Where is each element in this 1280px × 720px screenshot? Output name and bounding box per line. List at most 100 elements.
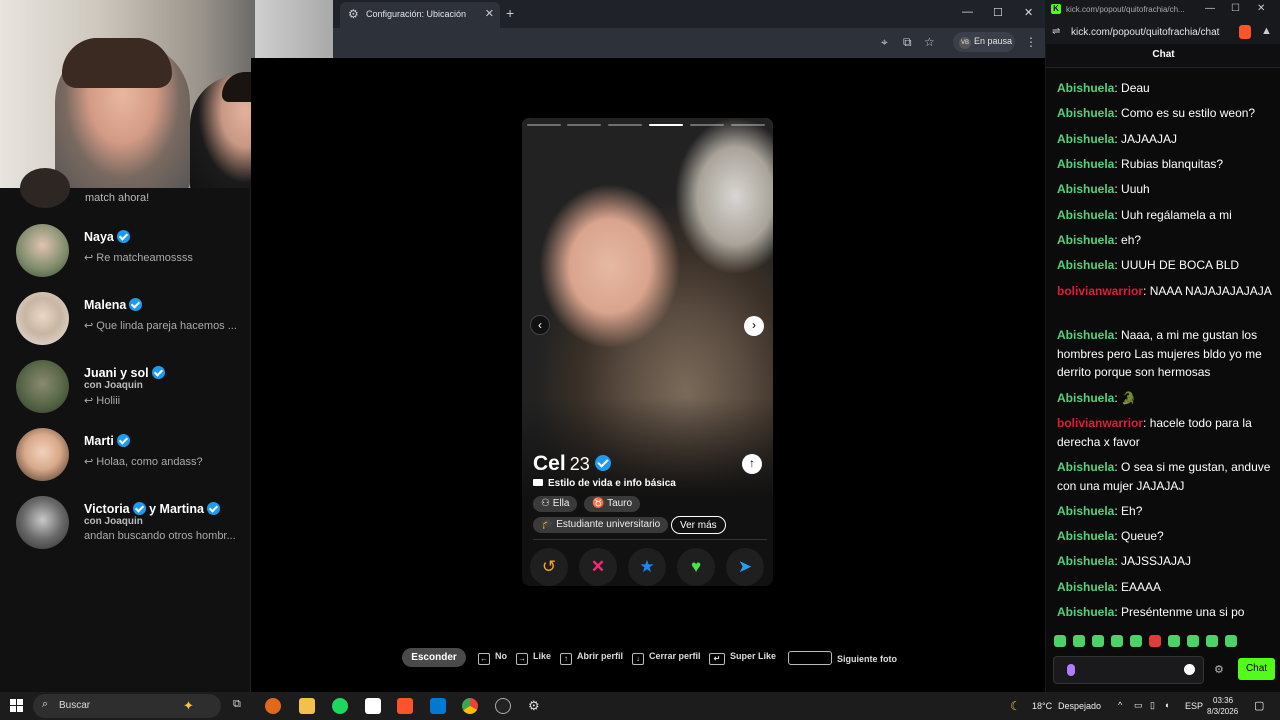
rewind-button[interactable]: ↺ <box>530 548 568 586</box>
network-icon[interactable]: ▭ <box>1134 700 1143 711</box>
brave-icon[interactable] <box>397 698 413 714</box>
chat-message: Abishuela: Eh? <box>1057 504 1143 518</box>
emote-icon[interactable] <box>1206 635 1218 647</box>
boost-icon: ➤ <box>737 557 753 576</box>
emoji-picker-icon[interactable] <box>1184 664 1195 675</box>
volume-icon[interactable]: ◖ <box>1164 700 1169 710</box>
clock-date[interactable]: 8/3/2026 <box>1207 707 1238 716</box>
chat-message: bolivianwarrior: hacele todo para la der… <box>1057 416 1252 449</box>
chat-window-titlebar: K kick.com/popout/quitofrachia/ch... — ☐… <box>1046 0 1280 22</box>
chip-education: 🎓 Estudiante universitario <box>533 517 669 533</box>
cast-icon[interactable]: ⧉ <box>903 35 912 50</box>
conversation-name: Marti <box>84 434 130 448</box>
chrome-icon[interactable] <box>462 698 478 714</box>
bookmark-star-icon[interactable]: ☆ <box>924 35 935 49</box>
settings-icon[interactable]: ⚙ <box>528 698 544 714</box>
moon-weather-icon: ☾ <box>1010 699 1021 713</box>
task-view-icon[interactable]: ⧉ <box>233 698 249 714</box>
new-tab-button[interactable]: + <box>506 5 514 21</box>
profile-card[interactable]: ‹ › Cel 23 ↑ Estilo de vida e info básica… <box>522 118 773 586</box>
profile-paused-button[interactable]: VB En pausa <box>953 32 1015 52</box>
obs-icon[interactable] <box>495 698 511 714</box>
photo-progress-segment <box>690 124 724 126</box>
conversation-juani-y-sol[interactable]: Juani y sol con Joaquin ↩ Holiii <box>16 360 246 418</box>
chat-message: bolivianwarrior: NAAA NAJAJAJAJAJA <box>1057 284 1272 298</box>
maximize-button[interactable]: ☐ <box>993 6 1003 19</box>
arrow-left-key-icon: ← <box>478 653 490 665</box>
conversation-victoria-y-martina[interactable]: Victoria y Martina con Joaquin andan bus… <box>16 496 246 554</box>
send-chat-button[interactable]: Chat <box>1238 658 1275 680</box>
clock-time[interactable]: 03:36 <box>1213 696 1233 705</box>
lifestyle-heading: Estilo de vida e info básica <box>533 478 676 489</box>
verified-icon <box>594 455 611 471</box>
divider <box>533 539 767 540</box>
close-tab-icon[interactable]: ✕ <box>485 7 494 20</box>
nope-button[interactable]: ✕ <box>579 548 617 586</box>
emote-icon[interactable] <box>1168 635 1180 647</box>
emote-icon[interactable] <box>1092 635 1104 647</box>
close-window-button[interactable]: ✕ <box>1257 3 1265 14</box>
windows-start-icon[interactable] <box>10 699 23 712</box>
emote-icon[interactable] <box>1149 635 1161 647</box>
chat-message: Abishuela: Queue? <box>1057 529 1164 543</box>
like-button[interactable]: ♥ <box>677 548 715 586</box>
share-icon[interactable]: ▲ <box>1261 25 1272 37</box>
verified-icon <box>116 230 130 243</box>
weather-temp[interactable]: 18°C <box>1032 701 1052 711</box>
maximize-button[interactable]: ☐ <box>1231 3 1240 14</box>
emote-icon[interactable] <box>1130 635 1142 647</box>
chat-message: Abishuela: eh? <box>1057 233 1142 247</box>
avatar <box>20 168 70 208</box>
boost-button[interactable]: ➤ <box>726 548 764 586</box>
conversation-name: Juani y sol <box>84 366 165 380</box>
previous-photo-button[interactable]: ‹ <box>530 315 550 335</box>
next-photo-button[interactable]: › <box>744 316 764 336</box>
open-profile-button[interactable]: ↑ <box>742 454 762 474</box>
see-more-button[interactable]: Ver más <box>671 516 726 534</box>
match-item[interactable]: match ahora! <box>20 168 250 212</box>
emote-icon[interactable] <box>1054 635 1066 647</box>
emote-icon[interactable] <box>1073 635 1085 647</box>
conversation-marti[interactable]: Marti ↩ Holaa, como andass? <box>16 428 246 486</box>
battery-icon[interactable]: ▯ <box>1150 700 1155 711</box>
hide-shortcuts-button[interactable]: Esconder <box>402 648 466 667</box>
notion-icon[interactable] <box>365 698 381 714</box>
chat-window-title: kick.com/popout/quitofrachia/ch... <box>1066 5 1185 14</box>
taskbar-search[interactable]: ⌕ Buscar ✦ <box>33 694 221 718</box>
app-icon[interactable] <box>265 698 281 714</box>
vscode-icon[interactable] <box>430 698 446 714</box>
rewind-icon: ↺ <box>541 557 557 576</box>
minimize-button[interactable]: — <box>1205 3 1215 14</box>
microphone-icon[interactable] <box>1067 664 1075 676</box>
conversation-naya[interactable]: Naya ↩ Re matcheamossss <box>16 224 246 282</box>
profile-photo[interactable] <box>522 118 773 508</box>
superlike-button[interactable]: ★ <box>628 548 666 586</box>
minimize-button[interactable]: — <box>962 6 973 18</box>
spotify-icon[interactable] <box>332 698 348 714</box>
chevron-up-icon[interactable]: ^ <box>1118 700 1122 710</box>
emote-icon[interactable] <box>1187 635 1199 647</box>
close-window-button[interactable]: ✕ <box>1024 6 1033 19</box>
conversation-subtitle: con Joaquin <box>84 516 143 527</box>
menu-icon[interactable]: ⋮ <box>1025 35 1037 49</box>
conversation-message: andan buscando otros hombr... <box>84 530 236 542</box>
conversation-message: ↩ Que linda pareja hacemos ... <box>84 320 237 332</box>
verified-icon <box>207 502 220 515</box>
language-indicator[interactable]: ESP <box>1185 701 1203 711</box>
chat-url[interactable]: kick.com/popout/quitofrachia/chat <box>1071 27 1219 38</box>
conversation-name: Naya <box>84 230 130 244</box>
match-text: match ahora! <box>85 192 150 204</box>
browser-tab[interactable]: ⚙ Configuración: Ubicación ✕ <box>340 2 500 28</box>
notifications-icon[interactable]: ▢ <box>1254 699 1264 712</box>
site-settings-icon[interactable]: ⇌ <box>1052 26 1060 37</box>
emote-icon[interactable] <box>1225 635 1237 647</box>
weather-desc[interactable]: Despejado <box>1058 701 1101 711</box>
emote-icon[interactable] <box>1111 635 1123 647</box>
location-icon[interactable]: ⌖ <box>881 35 888 50</box>
chat-message-input[interactable] <box>1053 656 1204 684</box>
chat-message: Abishuela: JAJAAJAJ <box>1057 132 1178 146</box>
chat-settings-icon[interactable]: ⚙ <box>1214 663 1224 676</box>
file-explorer-icon[interactable] <box>299 698 315 714</box>
brave-shield-icon[interactable] <box>1239 25 1251 39</box>
conversation-malena[interactable]: Malena ↩ Que linda pareja hacemos ... <box>16 292 246 350</box>
